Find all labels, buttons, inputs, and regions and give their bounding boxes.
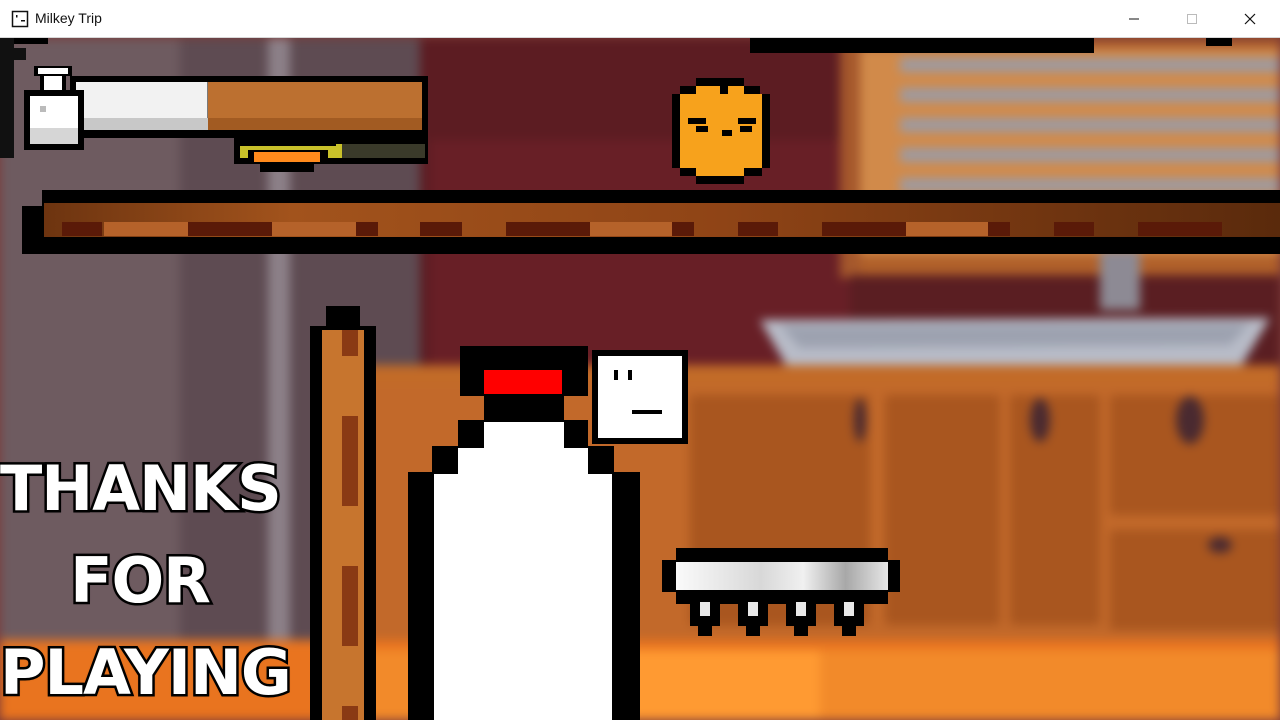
spiked-metal-platform	[662, 548, 900, 636]
window-title: Milkey Trip	[35, 10, 102, 26]
minimize-button[interactable]	[1105, 0, 1163, 38]
smiley-box-icon	[11, 10, 29, 28]
window-titlebar[interactable]: Milkey Trip	[0, 0, 1280, 38]
end-message-line-1: THANKS	[0, 452, 284, 525]
game-viewport[interactable]: THANKS FOR PLAYING	[0, 38, 1280, 720]
orange-blob-enemy[interactable]	[666, 78, 786, 190]
maximize-button[interactable]	[1163, 0, 1221, 38]
ceiling-edges	[0, 38, 1232, 53]
milk-bottle-icon	[24, 66, 84, 150]
end-message-line-2: FOR	[68, 544, 214, 617]
end-message: THANKS FOR PLAYING	[0, 452, 294, 720]
wooden-post	[310, 306, 376, 720]
white-cube-friend[interactable]	[592, 350, 688, 446]
end-message-line-3: PLAYING	[0, 636, 294, 709]
close-icon	[1244, 13, 1256, 25]
wooden-platform	[22, 190, 1280, 254]
minimize-icon	[1129, 18, 1139, 20]
close-button[interactable]	[1221, 0, 1279, 38]
maximize-icon	[1187, 14, 1197, 24]
